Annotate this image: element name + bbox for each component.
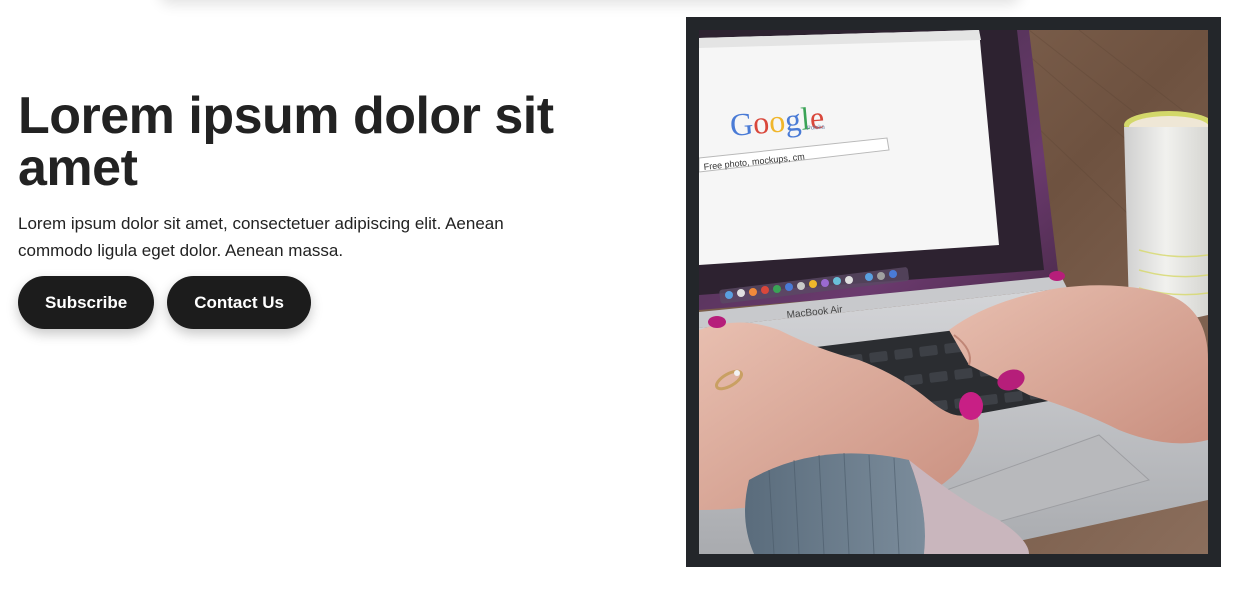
- hero-image-laptop-typing: Google Polska Free photo, mockups, cm Ma…: [699, 30, 1208, 554]
- subscribe-button[interactable]: Subscribe: [18, 276, 155, 329]
- hero-buttons: Subscribe Contact Us: [18, 276, 618, 329]
- hero-section: Lorem ipsum dolor sit amet Lorem ipsum d…: [0, 0, 1241, 589]
- hero-image-frame: Google Polska Free photo, mockups, cm Ma…: [686, 17, 1221, 567]
- hero-description: Lorem ipsum dolor sit amet, consectetuer…: [18, 214, 504, 260]
- hero-title: Lorem ipsum dolor sit amet: [18, 87, 554, 197]
- contact-us-button[interactable]: Contact Us: [167, 276, 311, 329]
- hero-text-block: Lorem ipsum dolor sit amet Lorem ipsum d…: [18, 90, 618, 329]
